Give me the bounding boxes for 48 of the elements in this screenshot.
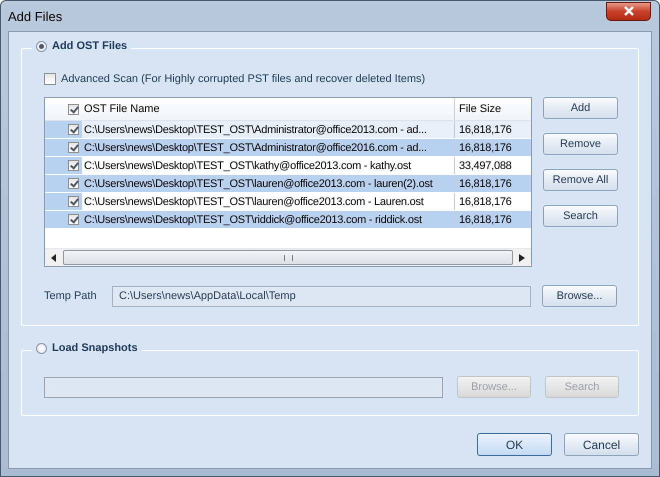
table-cell-text: C:\Users\news\Desktop\TEST_OST\Administrator@office2016.com - ad...	[83, 140, 428, 156]
checkbox[interactable]	[68, 142, 79, 153]
table-cell: 16,818,176	[454, 121, 531, 138]
checkbox[interactable]	[44, 73, 56, 85]
window-title: Add Files	[8, 8, 62, 24]
field-label: Temp Path	[44, 290, 98, 302]
scroll-left-icon[interactable]	[51, 254, 57, 262]
snapshot-path-field[interactable]	[44, 376, 443, 398]
column-header[interactable]: OST File Name	[82, 98, 454, 120]
radio-button[interactable]	[36, 342, 47, 354]
dialog-button[interactable]: OK	[477, 433, 552, 456]
table-cell-text: C:\Users\news\Desktop\TEST_OST\kathy@office2013.com - kathy.ost	[83, 158, 412, 174]
action-button[interactable]: Add	[543, 97, 618, 119]
radio-button[interactable]	[36, 40, 47, 52]
table-cell: 16,818,176	[454, 211, 531, 228]
table-row[interactable]: C:\Users\news\Desktop\TEST_OST\Administrator@office2016.com - ad... 16,818,176	[45, 139, 531, 157]
scroll-right-icon[interactable]	[519, 254, 525, 262]
table-cell: 33,497,088	[454, 157, 531, 174]
table-cell-text: C:\Users\news\Desktop\TEST_OST\lauren@office2013.com - lauren(2).ost	[83, 176, 434, 192]
column-header[interactable]: File Size	[454, 98, 531, 120]
table-row[interactable]: C:\Users\news\Desktop\TEST_OST\Administrator@office2013.com - ad... 16,818,176	[45, 121, 531, 139]
checkbox[interactable]	[68, 196, 79, 207]
table-cell: 16,818,176	[454, 139, 531, 156]
table-row[interactable]: C:\Users\news\Desktop\TEST_OST\riddick@office2013.com - riddick.ost 16,818,176	[45, 211, 531, 229]
dialog-button[interactable]: Cancel	[564, 433, 639, 456]
horizontal-scrollbar[interactable]	[45, 248, 531, 266]
checkbox[interactable]	[68, 124, 79, 135]
action-button[interactable]: Remove	[543, 133, 618, 155]
close-icon	[622, 6, 634, 16]
checkbox[interactable]	[68, 178, 79, 189]
table-cell-text: C:\Users\news\Desktop\TEST_OST\lauren@office2013.com - Lauren.ost	[83, 194, 425, 210]
action-button[interactable]: Remove All	[543, 169, 618, 191]
group-title: Add OST Files	[52, 40, 128, 52]
checkbox[interactable]	[68, 160, 79, 171]
close-button[interactable]	[606, 2, 651, 20]
group-title: Load Snapshots	[52, 342, 138, 354]
table-cell: 16,818,176	[454, 193, 531, 210]
table-row[interactable]: C:\Users\news\Desktop\TEST_OST\lauren@office2013.com - lauren(2).ost 16,818,176	[45, 175, 531, 193]
temp-path-field[interactable]: C:\Users\news\AppData\Local\Temp	[112, 286, 531, 306]
grip-icon	[284, 254, 292, 260]
table-cell-text: C:\Users\news\Desktop\TEST_OST\riddick@office2013.com - riddick.ost	[83, 212, 423, 228]
browse-button[interactable]: Browse...	[542, 285, 617, 307]
checkbox[interactable]	[68, 214, 79, 225]
checkbox-label: Advanced Scan (For Highly corrupted PST files and recover deleted Items)	[61, 73, 426, 85]
checkbox[interactable]	[68, 104, 79, 114]
action-button[interactable]: Search	[543, 205, 618, 227]
table-cell: 16,818,176	[454, 175, 531, 192]
table-cell-text: C:\Users\news\Desktop\TEST_OST\Administrator@office2013.com - ad...	[83, 122, 428, 138]
